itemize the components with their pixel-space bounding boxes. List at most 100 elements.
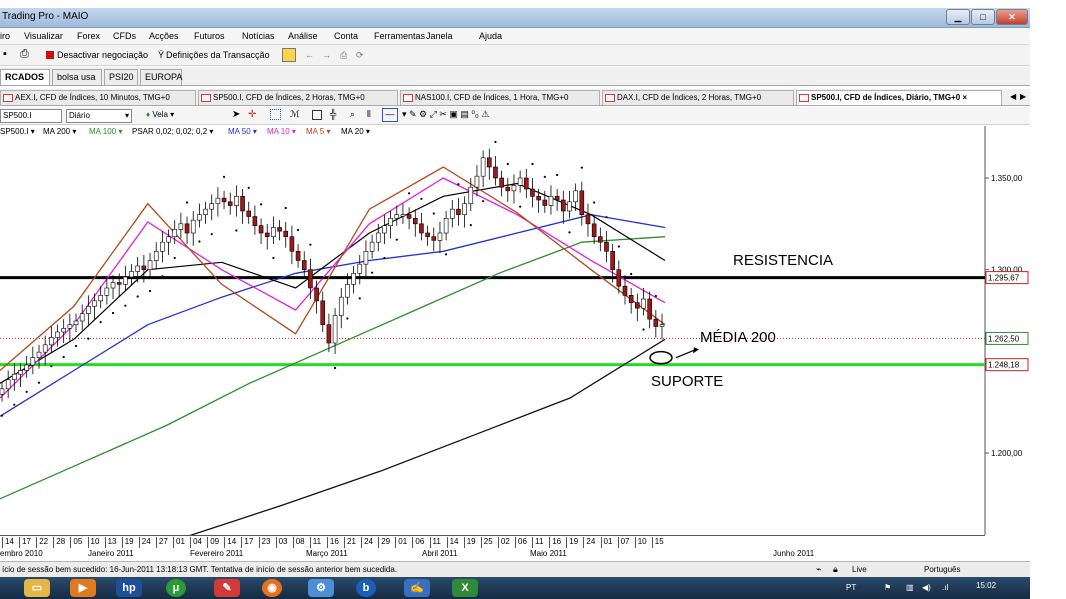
tray-clock[interactable]: 15:02 bbox=[976, 581, 996, 590]
hline-icon[interactable]: — bbox=[382, 108, 398, 122]
indicator-legend-item[interactable]: MA 200 ▾ bbox=[43, 127, 76, 136]
candle-body bbox=[523, 177, 529, 190]
indicator-legend-item[interactable]: MA 5 ▾ bbox=[306, 127, 330, 136]
tab-scroll-left-icon[interactable]: ◀ bbox=[1010, 92, 1016, 101]
chart-canvas[interactable]: 1.350,001.300,001.200,001.295,671.262,50… bbox=[0, 126, 1030, 535]
psar-dot bbox=[358, 297, 361, 300]
deactivate-trading-button[interactable]: Desactivar negociação bbox=[46, 50, 148, 60]
maximize-button[interactable]: □ bbox=[971, 9, 995, 25]
candle-body bbox=[73, 320, 79, 325]
torrent-taskbar-icon[interactable]: μ bbox=[166, 579, 186, 597]
candle-body bbox=[215, 197, 221, 204]
indicator-legend-item[interactable]: MA 20 ▾ bbox=[341, 127, 370, 136]
workspace-tab[interactable]: EUROPA bbox=[140, 69, 182, 85]
menu-item-ajuda[interactable]: Ajuda bbox=[479, 31, 502, 41]
tray-network-icon[interactable]: ▥ bbox=[906, 583, 914, 592]
date-tick-label: 13 bbox=[104, 537, 117, 548]
date-tick-label: 23 bbox=[258, 537, 270, 548]
indicator-legend-item[interactable]: MA 100 ▾ bbox=[89, 127, 122, 136]
chart-tab[interactable]: DAX.I, CFD de Índices, 2 Horas, TMG+0 bbox=[602, 90, 794, 105]
menu-item-futuros[interactable]: Futuros bbox=[194, 31, 225, 41]
indicator-legend-item[interactable]: PSAR 0,02; 0,02; 0,2 ▾ bbox=[132, 127, 213, 136]
indicator-icon[interactable]: ℳ bbox=[290, 109, 300, 120]
chart-tab[interactable]: AEX.I, CFD de Índices, 10 Minutos, TMG+0 bbox=[0, 90, 196, 105]
back-arrow-icon[interactable]: ← bbox=[305, 50, 314, 60]
candle-body bbox=[406, 214, 412, 219]
menu-item-cfds[interactable]: CFDs bbox=[113, 31, 136, 41]
candle-body bbox=[345, 284, 350, 298]
candle-body bbox=[314, 287, 319, 302]
workspace-tab[interactable]: RCADOS × bbox=[0, 69, 50, 96]
tray-volume-icon[interactable]: ◀) bbox=[922, 583, 931, 592]
candle-body bbox=[641, 298, 646, 309]
period-select[interactable]: Diário ▾ bbox=[66, 109, 132, 123]
candle-body bbox=[295, 251, 301, 261]
print-icon[interactable]: ⎙ bbox=[20, 48, 29, 61]
toolbar-print-icon[interactable]: ⎙ bbox=[340, 50, 347, 61]
psar-dot bbox=[111, 311, 115, 315]
grid-icon[interactable] bbox=[270, 109, 281, 120]
b-app-taskbar-icon[interactable]: b bbox=[356, 579, 376, 597]
symbol-input[interactable]: SP500.I bbox=[0, 109, 62, 123]
zoom-icon[interactable]: ⌕ bbox=[350, 109, 355, 120]
menu-item-forex[interactable]: Forex bbox=[77, 31, 100, 41]
price-chart[interactable]: 1.350,00 1.300,00 1.200,00 1.295,67 1.262,50… bbox=[0, 126, 1030, 535]
tray-language[interactable]: PT bbox=[846, 583, 856, 592]
date-tick-label: 21 bbox=[344, 537, 356, 548]
chart-tab[interactable]: SP500.I, CFD de Índices, Diário, TMG+0 × bbox=[796, 90, 1002, 105]
lock-icon: 🔒︎ bbox=[833, 564, 838, 574]
month-label: Maio 2011 bbox=[530, 549, 567, 558]
workspace-tab[interactable]: bolsa usa bbox=[52, 69, 102, 85]
menu-item-visualizar[interactable]: Visualizar bbox=[24, 31, 63, 41]
indicator-legend-item[interactable]: MA 10 ▾ bbox=[267, 127, 296, 136]
chart-tab[interactable]: SP500.I, CFD de Índices, 2 Horas, TMG+0 bbox=[198, 90, 398, 105]
save-icon[interactable]: ▪ bbox=[3, 48, 7, 60]
workspace-tab[interactable]: PSI20 bbox=[104, 69, 138, 85]
menu-item-notcias[interactable]: Notícias bbox=[242, 31, 275, 41]
crosshair-icon[interactable]: ✛ bbox=[248, 109, 256, 120]
menu-item-iro[interactable]: iro bbox=[0, 31, 10, 41]
indicator-legend-item[interactable]: SP500.I ▾ bbox=[0, 127, 35, 136]
explorer-taskbar-icon[interactable]: ▭ bbox=[24, 579, 50, 597]
menu-item-aces[interactable]: Acções bbox=[149, 31, 179, 41]
menu-item-ferramentas[interactable]: Ferramentas bbox=[374, 31, 425, 41]
drawing-tools-icon[interactable]: ▾ ✎ ⚙ ⤢ ✂ ▣ ▤ ⁰₀ ⚠ bbox=[402, 109, 489, 120]
psar-dot bbox=[346, 317, 349, 320]
tray-signal-icon[interactable]: .ıl bbox=[942, 583, 948, 592]
tray-flag-icon[interactable]: ⚑ bbox=[884, 583, 891, 592]
date-tick-label: 04 bbox=[190, 537, 202, 548]
toolbar-grid-icon[interactable] bbox=[282, 48, 296, 62]
chart-tab[interactable]: NAS100.I, CFD de Índices, 1 Hora, TMG+0 bbox=[400, 90, 600, 105]
menu-item-anlise[interactable]: Análise bbox=[288, 31, 318, 41]
indicator-legend-item[interactable]: MA 50 ▾ bbox=[228, 127, 257, 136]
candle-body bbox=[474, 175, 480, 188]
minimize-button[interactable]: ▁ bbox=[946, 9, 970, 25]
psar-dot bbox=[62, 355, 65, 359]
trade-settings-button[interactable]: Ÿ Definições da Transacção bbox=[158, 50, 270, 60]
line-tool-icon[interactable]: ╬ bbox=[330, 109, 336, 119]
hp-taskbar-icon[interactable]: hp bbox=[116, 579, 142, 597]
candle-body bbox=[357, 263, 363, 274]
tool-taskbar-icon[interactable]: ✎ bbox=[214, 579, 240, 597]
menu-item-janela[interactable]: Janela bbox=[426, 31, 453, 41]
menu-item-conta[interactable]: Conta bbox=[334, 31, 358, 41]
excel-taskbar-icon[interactable]: X bbox=[452, 579, 478, 597]
bars-icon[interactable]: ⫴ bbox=[367, 109, 371, 120]
cursor-icon[interactable]: ➤ bbox=[232, 109, 240, 120]
forward-arrow-icon[interactable]: → bbox=[322, 50, 331, 60]
psar-dot bbox=[13, 403, 16, 406]
date-tick-label: 10 bbox=[87, 537, 99, 548]
window-titlebar[interactable]: Trading Pro - MAIO ▁ □ ✕ bbox=[0, 8, 1030, 28]
firefox-taskbar-icon[interactable]: ◉ bbox=[262, 579, 282, 597]
candle-body bbox=[425, 232, 430, 237]
network-taskbar-icon[interactable]: ⚙ bbox=[308, 579, 334, 597]
chart-style-select[interactable]: ♦ Vela ▾ bbox=[146, 110, 174, 119]
refresh-icon[interactable]: ⟳ bbox=[356, 50, 364, 61]
close-button[interactable]: ✕ bbox=[996, 9, 1028, 25]
candle-body bbox=[351, 273, 356, 285]
frame-icon[interactable] bbox=[312, 110, 322, 120]
media-taskbar-icon[interactable]: ▶ bbox=[70, 579, 96, 597]
tab-scroll-right-icon[interactable]: ▶ bbox=[1020, 92, 1026, 101]
candle-body bbox=[573, 190, 578, 203]
paint-taskbar-icon[interactable]: ✍ bbox=[404, 579, 430, 597]
